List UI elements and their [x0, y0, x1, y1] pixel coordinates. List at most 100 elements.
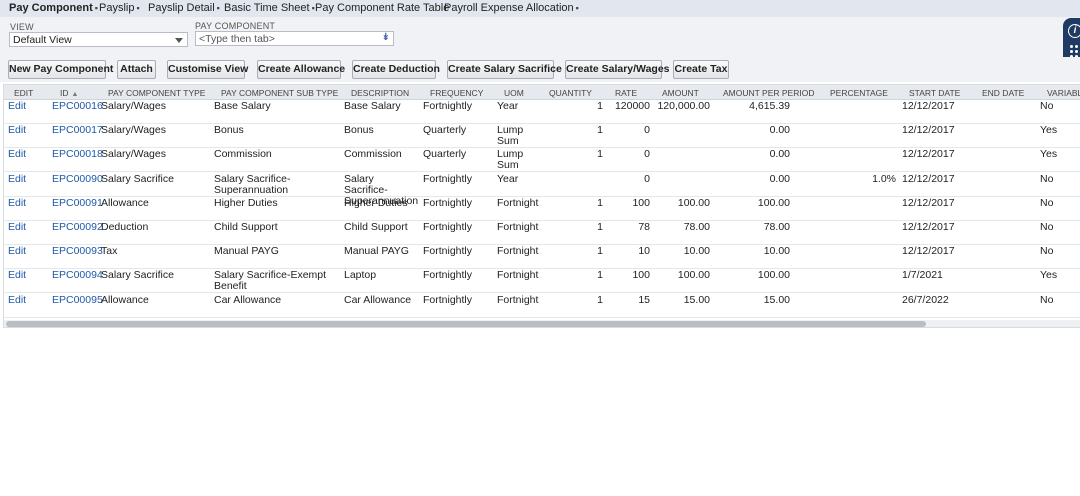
cell-subtype: Child Support: [214, 221, 278, 233]
cell-amount: 78.00: [683, 221, 710, 233]
col-amount-per-period[interactable]: AMOUNT PER PERIOD: [723, 88, 814, 98]
cell-variable: No: [1040, 293, 1054, 306]
col-quantity[interactable]: QUANTITY: [549, 88, 592, 98]
edit-link[interactable]: Edit: [8, 222, 26, 233]
table-row: Edit EPC00017 Salary/Wages Bonus Bonus Quarte…: [4, 124, 1080, 149]
cell-rate: 120000: [614, 100, 650, 112]
component-id-link[interactable]: EPC00017: [52, 125, 103, 136]
col-frequency[interactable]: FREQUENCY: [430, 88, 483, 98]
cell-amount-per-period: 100.00: [757, 196, 790, 209]
info-icon[interactable]: i: [1068, 24, 1080, 38]
edit-link[interactable]: Edit: [8, 246, 26, 257]
cell-variable: Yes: [1040, 124, 1058, 137]
cell-start-date: 12/12/2017: [902, 172, 955, 185]
scrollbar-thumb[interactable]: [6, 321, 926, 327]
cell-quantity: 1: [597, 196, 603, 209]
cell-start-date: 12/12/2017: [902, 148, 955, 161]
col-start-date[interactable]: START DATE: [909, 88, 960, 98]
edit-link[interactable]: Edit: [8, 125, 26, 136]
col-subtype[interactable]: PAY COMPONENT SUB TYPE: [221, 88, 338, 98]
component-id-link[interactable]: EPC00016: [52, 101, 103, 112]
pay-component-label: PAY COMPONENT: [195, 21, 276, 31]
cell-subtype: Salary Sacrifice-Exempt Benefit: [214, 269, 327, 293]
cell-frequency: Fortnightly: [423, 221, 473, 233]
cell-rate: 0: [644, 124, 650, 137]
component-id-link[interactable]: EPC00091: [52, 197, 103, 209]
cell-uom: Lump Sum: [497, 124, 524, 148]
component-id-link[interactable]: EPC00090: [52, 173, 103, 185]
create-tax-button[interactable]: Create Tax: [673, 60, 729, 79]
cell-type: Salary Sacrifice: [101, 269, 174, 282]
edit-link[interactable]: Edit: [8, 101, 26, 112]
edit-link[interactable]: Edit: [8, 197, 26, 209]
col-rate[interactable]: RATE: [615, 88, 637, 98]
tab-payslip-detail[interactable]: Payslip Detail ▪: [148, 2, 220, 14]
cell-uom: Fortnight: [497, 221, 539, 233]
cell-subtype: Bonus: [214, 124, 244, 137]
col-uom[interactable]: UOM: [504, 88, 524, 98]
col-type[interactable]: PAY COMPONENT TYPE: [108, 88, 205, 98]
cell-amount-per-period: 0.00: [769, 124, 790, 137]
component-id-link[interactable]: EPC00095: [52, 294, 103, 306]
create-salary-wages-button[interactable]: Create Salary/Wages: [565, 60, 670, 79]
cell-type: Salary/Wages: [101, 148, 166, 161]
tab-pay-component[interactable]: Pay Component ▪: [9, 2, 98, 14]
cell-description: Laptop: [344, 269, 377, 282]
horizontal-scrollbar[interactable]: [4, 320, 1080, 327]
cell-uom: Year: [497, 100, 519, 112]
tab-label: Payroll Expense Allocation: [444, 2, 574, 14]
col-amount[interactable]: AMOUNT: [662, 88, 699, 98]
cell-variable: Yes: [1040, 148, 1058, 161]
double-chevron-down-icon[interactable]: ↡: [382, 32, 390, 43]
view-select[interactable]: Default View: [9, 32, 188, 47]
pay-component-table: EDIT ID ▲ PAY COMPONENT TYPE PAY COMPONEN…: [3, 84, 1080, 328]
cell-type: Salary Sacrifice: [101, 172, 174, 185]
cell-type: Salary/Wages: [101, 124, 166, 137]
attach-button[interactable]: Attach: [117, 60, 156, 79]
edit-link[interactable]: Edit: [8, 173, 26, 185]
tab-payslip[interactable]: Payslip ▪: [99, 2, 140, 14]
tab-label: Payslip Detail: [148, 2, 215, 14]
col-variable[interactable]: VARIABLE: [1047, 88, 1080, 98]
cell-amount-per-period: 15.00: [763, 293, 790, 306]
customise-view-button[interactable]: Customise View: [167, 60, 248, 79]
tab-basic-time-sheet[interactable]: Basic Time Sheet ▪: [224, 2, 315, 14]
tab-payroll-expense-allocation[interactable]: Payroll Expense Allocation ▪: [444, 2, 579, 14]
col-id[interactable]: ID ▲: [60, 88, 78, 98]
tab-label: Payslip: [99, 2, 135, 14]
component-id-link[interactable]: EPC00092: [52, 222, 103, 233]
table-row: Edit EPC00093 Tax Manual PAYG Manual PAYG For…: [4, 245, 1080, 270]
component-id-link[interactable]: EPC00094: [52, 270, 103, 281]
col-end-date[interactable]: END DATE: [982, 88, 1024, 98]
pay-component-input[interactable]: <Type then tab> ↡: [195, 31, 394, 46]
component-id-link[interactable]: EPC00018: [52, 149, 103, 160]
new-pay-component-button[interactable]: New Pay Component: [8, 60, 113, 79]
tab-pay-component-rate-table[interactable]: Pay Component Rate Table: [315, 2, 451, 14]
edit-link[interactable]: Edit: [8, 294, 26, 306]
sort-ascending-icon[interactable]: ▲: [72, 91, 79, 98]
create-allowance-button[interactable]: Create Allowance: [257, 60, 345, 79]
cell-rate: 78: [638, 221, 650, 233]
cell-subtype: Manual PAYG: [214, 245, 279, 258]
cell-amount-per-period: 78.00: [763, 221, 790, 233]
cell-variable: No: [1040, 100, 1054, 112]
cell-frequency: Quarterly: [423, 124, 467, 137]
cell-subtype: Higher Duties: [214, 196, 278, 209]
cell-start-date: 26/7/2022: [902, 293, 949, 306]
edit-link[interactable]: Edit: [8, 149, 26, 160]
component-id-link[interactable]: EPC00093: [52, 246, 103, 257]
cell-quantity: 1: [597, 245, 603, 258]
edit-link[interactable]: Edit: [8, 270, 26, 281]
col-description[interactable]: DESCRIPTION: [351, 88, 409, 98]
cell-frequency: Fortnightly: [423, 172, 473, 185]
cell-description: Base Salary: [344, 100, 401, 112]
create-deduction-button[interactable]: Create Deduction: [352, 60, 440, 79]
cell-variable: No: [1040, 172, 1054, 185]
tab-label: Pay Component: [9, 2, 93, 14]
table-row: Edit EPC00091 Allowance Higher Duties Higher…: [4, 197, 1080, 221]
cell-subtype: Commission: [214, 148, 272, 161]
cell-description: Child Support: [344, 221, 408, 233]
col-percentage[interactable]: PERCENTAGE: [830, 88, 888, 98]
cell-amount: 100.00: [677, 196, 710, 209]
create-salary-sacrifice-button[interactable]: Create Salary Sacrifice: [447, 60, 562, 79]
